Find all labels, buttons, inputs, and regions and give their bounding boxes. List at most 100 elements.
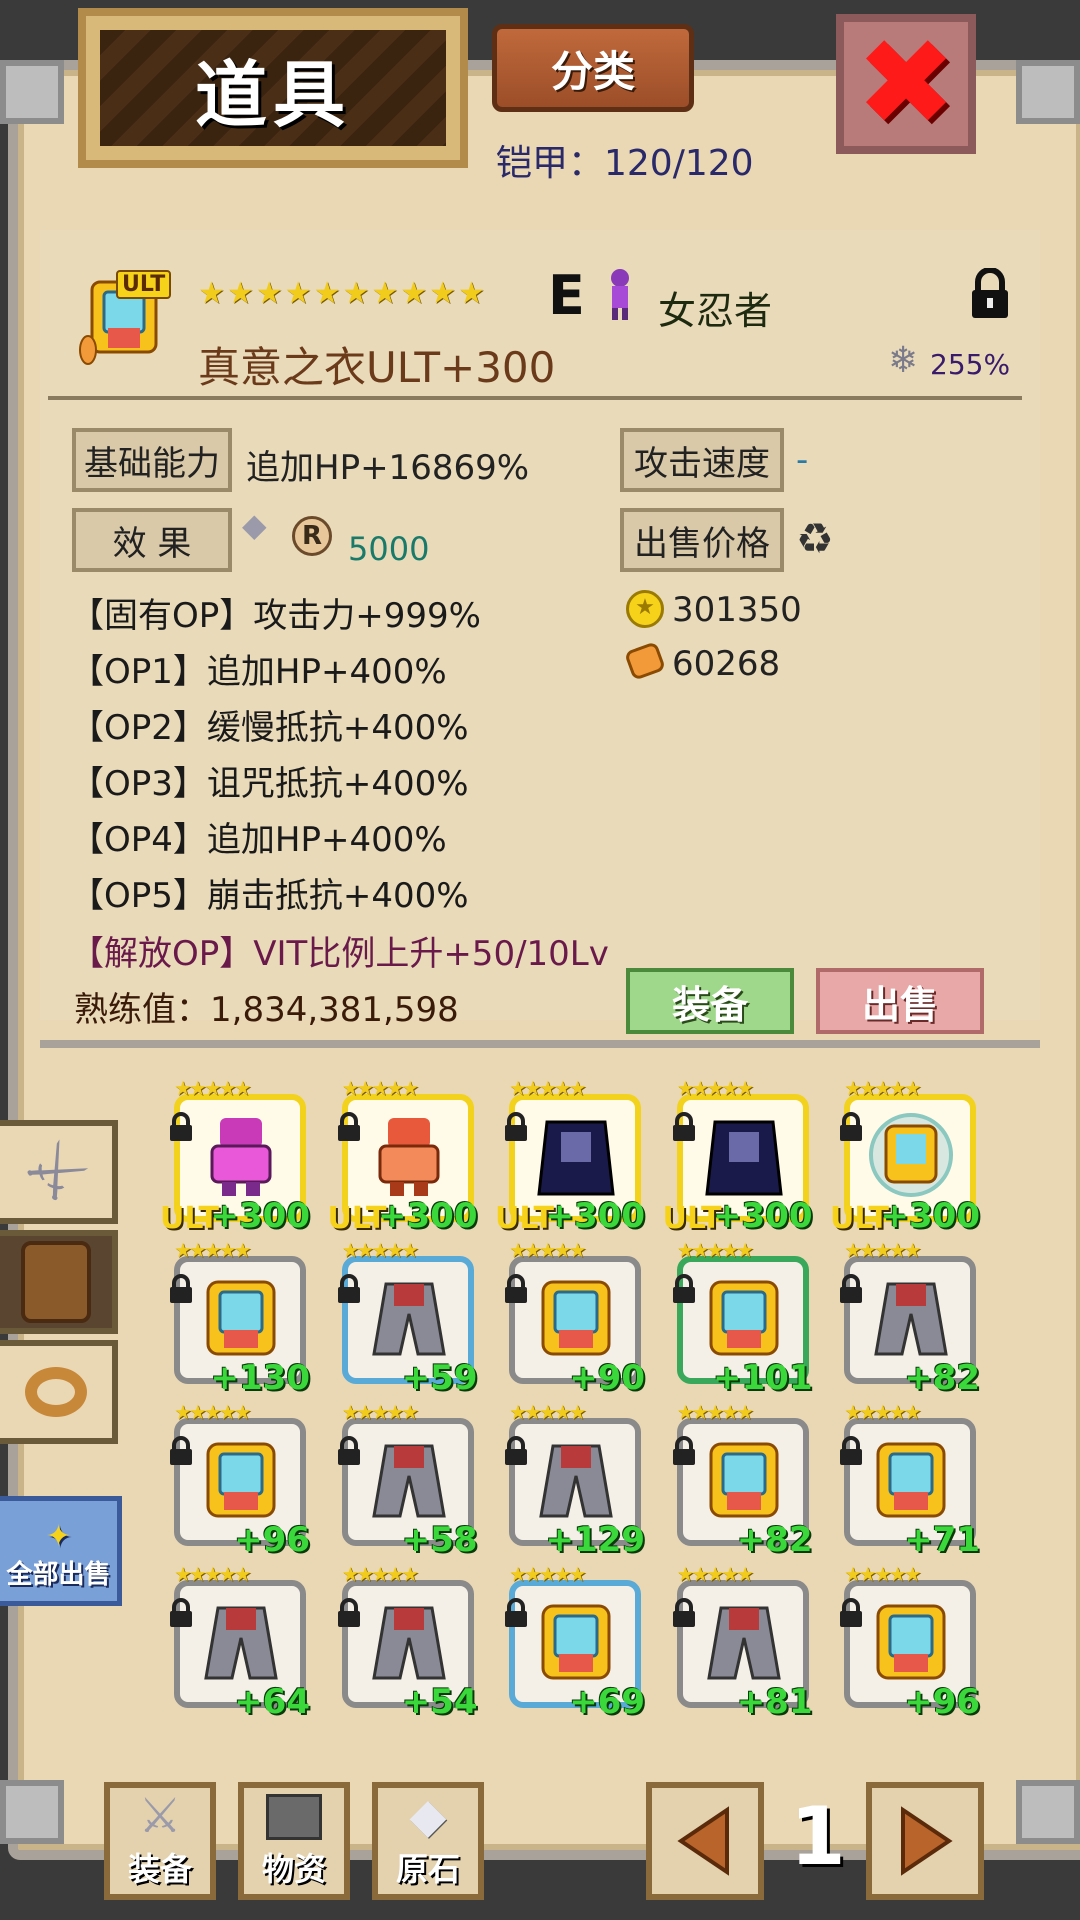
slot-level: +54 (401, 1682, 478, 1722)
slot-level: +96 (234, 1520, 310, 1560)
frame-corner (1016, 1780, 1080, 1844)
sell-all-icon: ✦ (45, 1519, 72, 1554)
inventory-slot[interactable]: ★★★★★ +58 (336, 1400, 478, 1560)
lock-icon (170, 1436, 192, 1465)
inventory-slot[interactable]: ★★★★★ +96 (168, 1400, 310, 1560)
arrow-right-icon (901, 1806, 953, 1876)
diamond-icon: ◆ (242, 506, 267, 544)
slot-stars: ★★★★★ (509, 1562, 587, 1586)
prev-page-button[interactable] (646, 1782, 764, 1900)
inventory-slot[interactable]: ★★★★★ +64 (168, 1562, 310, 1722)
inventory-slot[interactable]: ★★★★★ +59 (336, 1238, 478, 1398)
tab-weapon[interactable]: ⚔ (0, 1120, 118, 1224)
inventory-slot[interactable]: ★★★★★ +54 (336, 1562, 478, 1722)
crossed-swords-icon: ⚔ (138, 1788, 182, 1844)
slot-stars: ★★★★★ (676, 1400, 755, 1424)
inventory-slot[interactable]: ★★★★★ ULT +300 (328, 1076, 478, 1236)
option-line: 【OP5】崩击抵抗+400% (70, 876, 469, 916)
category-button[interactable]: 分类 (492, 24, 694, 112)
inventory-slot[interactable]: ★★★★★ +96 (838, 1562, 980, 1722)
ninja-icon (611, 269, 629, 320)
sell-all-button[interactable]: ✦ 全部出售 (0, 1496, 122, 1606)
inventory-slot[interactable]: ★★★★★ +82 (671, 1400, 813, 1560)
inventory-slot[interactable]: ★★★★★ ULT +300 (830, 1076, 980, 1236)
lock-icon[interactable] (968, 268, 1012, 320)
title-plaque: 道具 (78, 8, 468, 168)
slot-stars: ★★★★★ (844, 1238, 922, 1262)
r-coin-icon: R (292, 516, 332, 556)
lock-icon (170, 1274, 192, 1303)
chest-gold-icon (869, 1113, 953, 1197)
robot-pink-icon (210, 1118, 272, 1196)
slot-stars: ★★★★★ (341, 1076, 420, 1100)
option-line: 【OP3】诅咒抵抗+400% (70, 764, 469, 804)
sword-icon: ⚔ (9, 1125, 103, 1219)
lock-icon (840, 1436, 862, 1465)
slot-level: +71 (904, 1520, 980, 1560)
next-page-button[interactable] (866, 1782, 984, 1900)
robe-icon (539, 1444, 613, 1518)
lock-icon (672, 1598, 695, 1627)
tab-armor[interactable] (0, 1230, 118, 1334)
inventory-slot[interactable]: ★★★★★ +69 (503, 1562, 645, 1722)
slot-stars: ★★★★★ (341, 1400, 420, 1424)
slot-stars: ★★★★★ (844, 1076, 922, 1100)
bottom-ore-button[interactable]: ◆ 原石 (372, 1782, 484, 1900)
robe-icon (874, 1282, 948, 1356)
slot-level: +96 (904, 1682, 980, 1722)
effect-label: 效 果 (72, 508, 232, 572)
chest-icon (206, 1280, 276, 1356)
slot-stars: ★★★★★ (174, 1400, 252, 1424)
slot-level: +82 (736, 1520, 813, 1560)
sell-all-label: 全部出售 (6, 1560, 111, 1590)
robe-icon (371, 1606, 446, 1680)
slot-level: +69 (569, 1682, 645, 1722)
chest-icon (709, 1442, 778, 1518)
slot-stars: ★★★★★ (676, 1562, 755, 1586)
bottom-equip-label: 装备 (127, 1850, 192, 1888)
tab-ring[interactable] (0, 1340, 118, 1444)
inventory-slot[interactable]: ★★★★★ ULT +300 (663, 1076, 813, 1236)
close-icon: ✖ (855, 14, 957, 153)
slot-stars: ★★★★★ (174, 1562, 252, 1586)
inventory-slot[interactable]: ★★★★★ +82 (838, 1238, 980, 1398)
frame-corner (0, 60, 64, 124)
equip-button[interactable]: 装备 (626, 968, 794, 1034)
slot-stars: ★★★★★ (174, 1238, 252, 1262)
lock-icon (337, 1112, 360, 1141)
lock-icon (505, 1436, 527, 1465)
inventory-slot[interactable]: ★★★★★ +130 (168, 1238, 310, 1398)
gold-coin-icon: ★ (626, 590, 664, 628)
sell-button[interactable]: 出售 (816, 968, 984, 1034)
chest-icon (541, 1280, 611, 1356)
close-button[interactable]: ✖ (836, 14, 976, 154)
lock-icon (337, 1598, 360, 1627)
inventory-slot[interactable]: ★★★★★ +81 (671, 1562, 813, 1722)
lock-icon (840, 1274, 862, 1303)
lock-icon (505, 1112, 527, 1141)
material-price: 60268 (672, 644, 781, 684)
chest-icon (709, 1280, 778, 1356)
inventory-slot[interactable]: ★★★★★ +101 (671, 1238, 813, 1398)
lock-icon (505, 1598, 527, 1627)
inventory-slot[interactable]: ★★★★★ ULT +300 (495, 1076, 645, 1236)
base-ability-value: 追加HP+16869% (246, 448, 530, 488)
inventory-slot[interactable]: ★★★★★ +71 (838, 1400, 980, 1560)
slot-stars: ★★★★★ (341, 1562, 420, 1586)
chest-icon (876, 1442, 946, 1518)
inventory-slot[interactable]: ★★★★★ ULT +300 (160, 1076, 310, 1236)
lock-icon (337, 1436, 360, 1465)
slot-level: +90 (569, 1358, 645, 1398)
bottom-equip-button[interactable]: ⚔ 装备 (104, 1782, 216, 1900)
bottom-materials-button[interactable]: 物资 (238, 1782, 350, 1900)
bottom-ore-label: 原石 (395, 1850, 460, 1888)
inventory-slot[interactable]: ★★★★★ +90 (503, 1238, 645, 1398)
cape-dark-icon (537, 1120, 615, 1196)
lock-icon (672, 1274, 695, 1303)
cape-dark-icon (704, 1120, 783, 1196)
lock-icon (672, 1436, 695, 1465)
base-ability-label: 基础能力 (72, 428, 232, 492)
robe-icon (706, 1606, 781, 1680)
frame-corner (1016, 60, 1080, 124)
inventory-slot[interactable]: ★★★★★ +129 (503, 1400, 645, 1560)
